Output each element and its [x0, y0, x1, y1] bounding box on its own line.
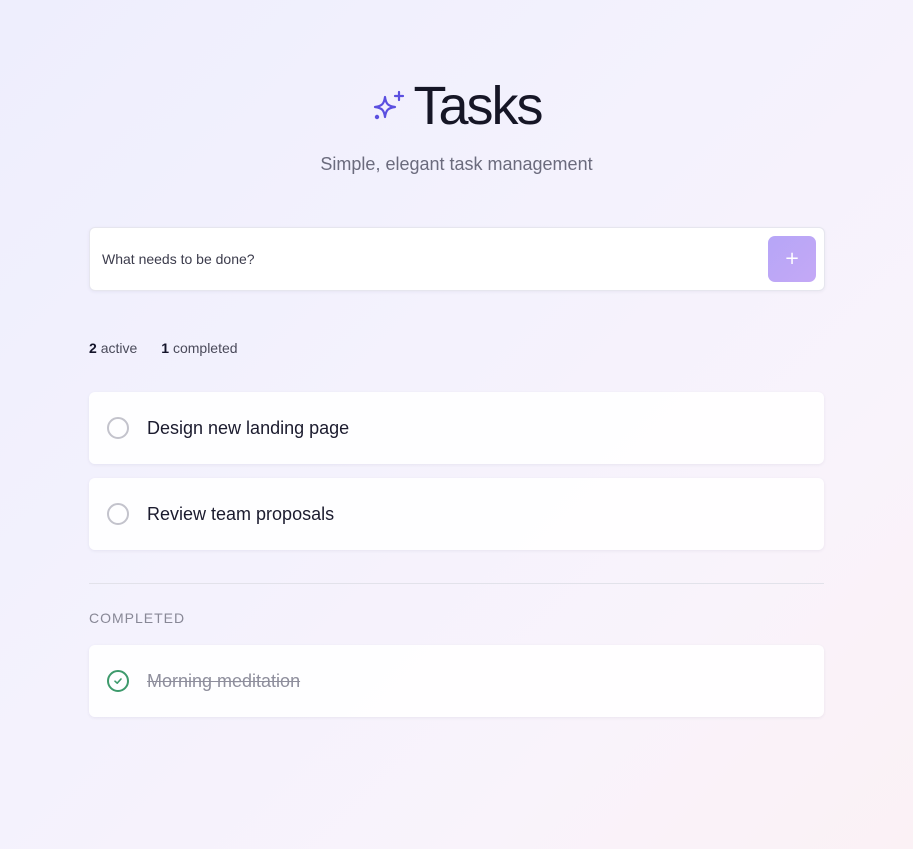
completed-stat: 1 completed [161, 340, 237, 356]
task-checkbox[interactable] [107, 503, 129, 525]
task-item: Review team proposals [89, 478, 824, 550]
checkmark-icon [114, 678, 122, 684]
task-item: Design new landing page [89, 392, 824, 464]
task-text: Design new landing page [147, 417, 350, 438]
active-stat: 2 active [89, 340, 137, 356]
app-title: Tasks [413, 76, 543, 136]
completed-section-label: COMPLETED [89, 610, 186, 626]
sparkles-icon [371, 89, 407, 125]
new-task-input[interactable] [102, 228, 762, 290]
app-subtitle: Simple, elegant task management [320, 154, 593, 174]
title-row: Tasks [0, 70, 913, 142]
completed-task-item: Morning meditation [89, 645, 824, 717]
section-divider [89, 583, 824, 584]
add-task-button[interactable]: + [768, 236, 816, 282]
app-header: Tasks Simple, elegant task management [0, 70, 913, 175]
active-label: active [100, 340, 138, 356]
active-count: 2 [89, 340, 97, 356]
task-text: Morning meditation [147, 670, 301, 691]
task-checkbox[interactable] [107, 417, 129, 439]
new-task-form: + [89, 227, 825, 291]
completed-count: 1 [161, 340, 170, 356]
task-text: Review team proposals [147, 503, 335, 524]
task-checkbox-checked[interactable] [107, 670, 129, 692]
completed-label: completed [172, 340, 238, 356]
task-stats: 2 active 1 completed [89, 340, 238, 356]
